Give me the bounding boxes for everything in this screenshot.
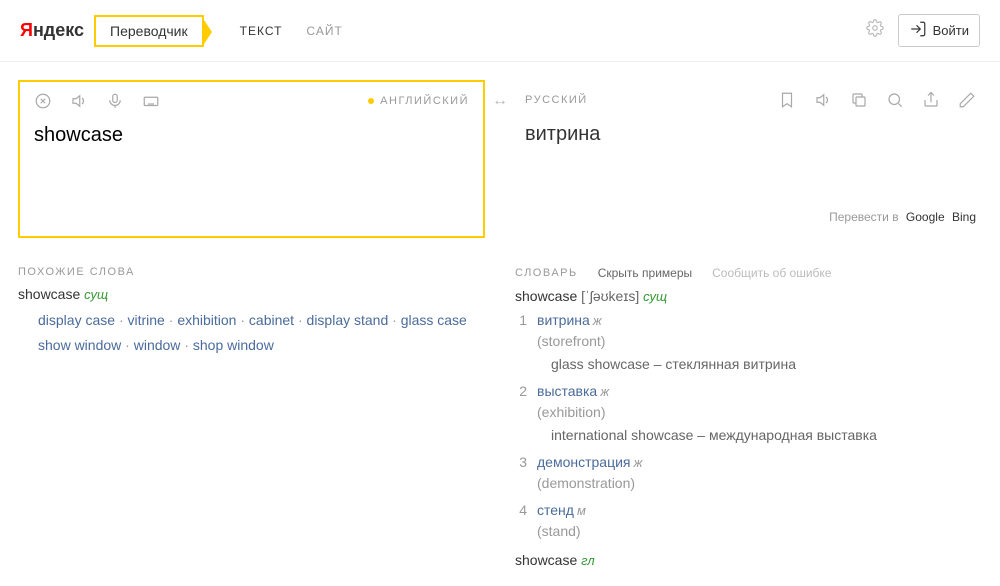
example: international showcase – международная в…: [537, 425, 982, 446]
header-right: Войти: [866, 14, 980, 47]
paren: (demonstration): [537, 475, 635, 491]
speaker-icon[interactable]: [814, 91, 832, 109]
example: glass showcase – стеклянная витрина: [537, 354, 982, 375]
app-name-text: Переводчик: [110, 23, 188, 39]
similar-head: showcase сущ: [18, 286, 485, 302]
hide-examples-link[interactable]: Скрыть примеры: [598, 266, 692, 280]
source-input[interactable]: showcase: [20, 120, 483, 161]
target-toolbar: РУССКИЙ: [515, 81, 982, 119]
speaker-icon[interactable]: [70, 92, 88, 110]
target-icons: [778, 91, 976, 109]
synonym[interactable]: glass case: [401, 312, 467, 328]
synonym[interactable]: display stand: [307, 312, 389, 328]
yandex-logo[interactable]: Яндекс: [20, 20, 84, 41]
dict-bar: СЛОВАРЬ Скрыть примеры Сообщить об ошибк…: [515, 266, 982, 280]
header-tabs: ТЕКСТ САЙТ: [240, 24, 343, 38]
dict-entry: 3 демонстрацияж (demonstration): [515, 452, 982, 494]
entry-body: витринаж (storefront) glass showcase – с…: [537, 310, 982, 375]
dict-entry: 4 стендм (stand): [515, 500, 982, 542]
source-toolbar: АНГЛИЙСКИЙ: [20, 82, 483, 120]
translate-in-label: Перевести в: [829, 210, 898, 224]
entry-body: демонстрацияж (demonstration): [537, 452, 982, 494]
dict-title: СЛОВАРЬ: [515, 267, 578, 279]
swap-languages[interactable]: ↔: [485, 80, 515, 238]
bing-link[interactable]: Bing: [952, 210, 976, 224]
similar-pos: сущ: [84, 287, 108, 302]
target-lang[interactable]: РУССКИЙ: [525, 94, 588, 106]
source-lang-label: АНГЛИЙСКИЙ: [380, 95, 469, 107]
login-icon: [909, 20, 927, 41]
similar-title: ПОХОЖИЕ СЛОВА: [18, 266, 485, 278]
paren: (stand): [537, 523, 581, 539]
synonym-block-1: display case · vitrine · exhibition · ca…: [18, 308, 485, 333]
synonym[interactable]: exhibition: [177, 312, 236, 328]
entry-body: выставкаж (exhibition) international sho…: [537, 381, 982, 446]
clear-icon[interactable]: [34, 92, 52, 110]
target-box: РУССКИЙ витрина Перевести в Google Bing: [515, 80, 982, 234]
dict-pos-n: сущ: [643, 289, 667, 304]
app-name-badge[interactable]: Переводчик: [94, 15, 204, 47]
dict-ipa: [ˈʃəʊkeɪs]: [581, 288, 639, 304]
mic-icon[interactable]: [106, 92, 124, 110]
dictionary: СЛОВАРЬ Скрыть примеры Сообщить об ошибк…: [515, 256, 982, 568]
synonym[interactable]: vitrine: [128, 312, 165, 328]
main: АНГЛИЙСКИЙ showcase ↔ РУССКИЙ витрина: [0, 62, 1000, 256]
detected-dot-icon: [368, 98, 374, 104]
dict-head-verb: showcase гл: [515, 552, 982, 568]
copy-icon[interactable]: [850, 91, 868, 109]
header: Яндекс Переводчик ТЕКСТ САЙТ Войти: [0, 0, 1000, 62]
dict-entry: 2 выставкаж (exhibition) international s…: [515, 381, 982, 446]
entry-index: 4: [515, 500, 527, 542]
dict-word-v: showcase: [515, 552, 577, 568]
synonym[interactable]: show window: [38, 337, 121, 353]
login-button[interactable]: Войти: [898, 14, 980, 47]
entry-index: 1: [515, 310, 527, 375]
synonym[interactable]: display case: [38, 312, 115, 328]
translation[interactable]: витрина: [537, 312, 590, 328]
login-label: Войти: [933, 23, 969, 38]
gender: ж: [593, 313, 602, 328]
share-icon[interactable]: [922, 91, 940, 109]
target-output: витрина: [515, 119, 982, 206]
logo-rest: ндекс: [33, 20, 84, 40]
synonym[interactable]: shop window: [193, 337, 274, 353]
similar-words: ПОХОЖИЕ СЛОВА showcase сущ display case …: [18, 256, 485, 568]
tab-site[interactable]: САЙТ: [306, 24, 342, 38]
paren: (storefront): [537, 333, 605, 349]
dict-pos-v: гл: [581, 553, 595, 568]
dict-head: showcase [ˈʃəʊkeɪs] сущ: [515, 288, 982, 304]
translation[interactable]: выставка: [537, 383, 597, 399]
below-columns: ПОХОЖИЕ СЛОВА showcase сущ display case …: [0, 256, 1000, 586]
synonym[interactable]: window: [134, 337, 181, 353]
keyboard-icon[interactable]: [142, 92, 160, 110]
gender: м: [577, 503, 586, 518]
target-column: РУССКИЙ витрина Перевести в Google Bing: [515, 80, 982, 238]
search-icon[interactable]: [886, 91, 904, 109]
synonym[interactable]: cabinet: [249, 312, 294, 328]
bookmark-icon[interactable]: [778, 91, 796, 109]
settings-icon[interactable]: [866, 19, 884, 42]
logo-letter: Я: [20, 20, 33, 40]
entry-index: 2: [515, 381, 527, 446]
synonym-block-2: show window · window · shop window: [18, 333, 485, 358]
source-lang[interactable]: АНГЛИЙСКИЙ: [368, 95, 469, 107]
source-column: АНГЛИЙСКИЙ showcase: [18, 80, 485, 238]
dict-word: showcase: [515, 288, 577, 304]
dict-entry: 1 витринаж (storefront) glass showcase –…: [515, 310, 982, 375]
gender: ж: [634, 455, 643, 470]
translation[interactable]: стенд: [537, 502, 574, 518]
target-footer: Перевести в Google Bing: [515, 206, 982, 234]
entry-body: стендм (stand): [537, 500, 982, 542]
google-link[interactable]: Google: [906, 210, 945, 224]
report-link[interactable]: Сообщить об ошибке: [712, 266, 831, 280]
paren: (exhibition): [537, 404, 605, 420]
translation[interactable]: демонстрация: [537, 454, 631, 470]
edit-icon[interactable]: [958, 91, 976, 109]
tab-text[interactable]: ТЕКСТ: [240, 24, 283, 38]
similar-word: showcase: [18, 286, 80, 302]
entry-index: 3: [515, 452, 527, 494]
gender: ж: [600, 384, 609, 399]
source-box: АНГЛИЙСКИЙ showcase: [18, 80, 485, 238]
